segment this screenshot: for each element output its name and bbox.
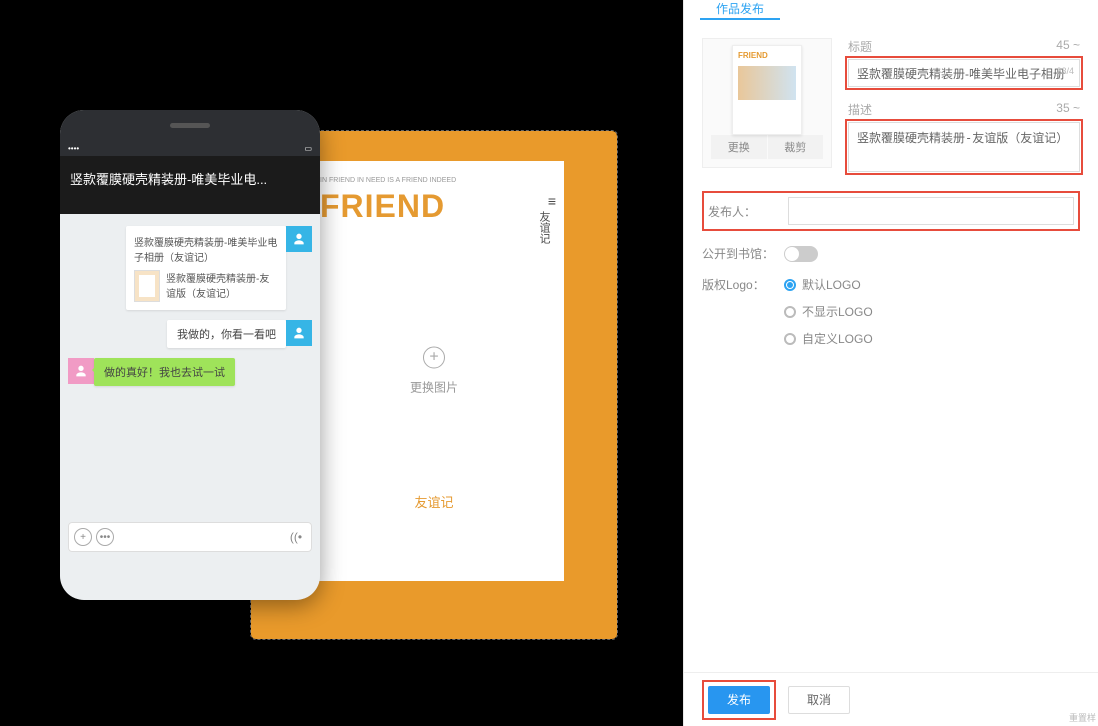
poster-subhead: IN FRIEND IN NEED IS A FRIEND INDEED xyxy=(320,177,548,184)
publisher-input[interactable] xyxy=(788,197,1074,225)
public-toggle[interactable] xyxy=(784,246,818,262)
cover-thumb-image: FRIEND xyxy=(711,45,823,135)
chat-row-card: 竖款覆膜硬壳精装册-唯美毕业电子相册（友谊记） 竖款覆膜硬壳精装册-友谊版（友谊… xyxy=(68,226,312,310)
radio-icon xyxy=(784,279,796,291)
chat-row-out: 我做的，你看一看吧 xyxy=(68,320,312,348)
more-icon[interactable]: ••• xyxy=(96,528,114,546)
phone-status-bar: •••• ▭ xyxy=(60,140,320,156)
logo-option-label: 默认LOGO xyxy=(802,276,861,293)
title-label: 标题 xyxy=(848,38,872,55)
left-preview-area: IN FRIEND IN NEED IS A FRIEND INDEED FRI… xyxy=(0,0,683,726)
public-label: 公开到书馆： xyxy=(702,245,774,262)
signal-icon: •••• xyxy=(68,144,79,153)
share-card-title: 竖款覆膜硬壳精装册-唯美毕业电子相册（友谊记） xyxy=(134,234,278,264)
poster-side-label: 友谊记 xyxy=(536,211,552,244)
chat-area: 竖款覆膜硬壳精装册-唯美毕业电子相册（友谊记） 竖款覆膜硬壳精装册-友谊版（友谊… xyxy=(60,214,320,564)
replace-cover-button[interactable]: 更换 xyxy=(711,135,767,159)
chat-input-bar: + ••• ((• xyxy=(68,522,312,552)
desc-input[interactable] xyxy=(848,122,1080,172)
reset-hint[interactable]: 重置样 xyxy=(1069,711,1096,724)
avatar-self xyxy=(286,320,312,346)
logo-option-label: 自定义LOGO xyxy=(802,330,873,347)
radio-icon xyxy=(784,306,796,318)
replace-image-label: 更换图片 xyxy=(410,379,458,396)
title-inline-counter: 23/4 xyxy=(1056,66,1074,76)
replace-image-button[interactable]: + 更换图片 xyxy=(410,347,458,396)
battery-icon: ▭ xyxy=(304,144,312,153)
phone-header-title: 竖款覆膜硬壳精装册-唯美毕业电... xyxy=(60,156,320,194)
add-icon[interactable]: + xyxy=(74,528,92,546)
desc-counter: 35 ~ xyxy=(1056,101,1080,118)
poster-bottom-label: 友谊记 xyxy=(414,492,453,511)
tab-publish[interactable]: 作品发布 xyxy=(700,0,780,20)
logo-option-none[interactable]: 不显示LOGO xyxy=(784,303,873,320)
share-card-thumb xyxy=(134,270,160,302)
share-card-sub: 竖款覆膜硬壳精装册-友谊版（友谊记） xyxy=(166,270,278,302)
share-card[interactable]: 竖款覆膜硬壳精装册-唯美毕业电子相册（友谊记） 竖款覆膜硬壳精装册-友谊版（友谊… xyxy=(126,226,286,310)
chat-text-field[interactable] xyxy=(118,527,286,547)
logo-option-label: 不显示LOGO xyxy=(802,303,873,320)
chat-row-in: 做的真好！我也去试一试 xyxy=(68,358,312,386)
publish-panel: 作品发布 FRIEND 更换 裁剪 标题 45 ~ 描述 xyxy=(683,0,1098,726)
poster-inner: IN FRIEND IN NEED IS A FRIEND INDEED FRI… xyxy=(304,161,564,581)
voice-icon[interactable]: ((• xyxy=(286,530,306,544)
title-input[interactable] xyxy=(848,59,1080,87)
phone-mockup: •••• ▭ 竖款覆膜硬壳精装册-唯美毕业电... 竖款覆膜硬壳精装册-唯美毕业… xyxy=(60,110,320,600)
phone-bezel xyxy=(60,110,320,140)
desc-label: 描述 xyxy=(848,101,872,118)
poster-menu-icon: ≡ xyxy=(548,193,552,209)
publish-button[interactable]: 发布 xyxy=(708,686,770,714)
phone-subheader xyxy=(60,194,320,214)
publisher-label: 发布人： xyxy=(708,203,780,220)
cover-thumbnail: FRIEND 更换 裁剪 xyxy=(702,38,832,168)
crop-cover-button[interactable]: 裁剪 xyxy=(768,135,824,159)
poster-title: FRIEND xyxy=(320,188,548,225)
title-counter: 45 ~ xyxy=(1056,38,1080,55)
logo-option-default[interactable]: 默认LOGO xyxy=(784,276,873,293)
bubble-in: 做的真好！我也去试一试 xyxy=(94,358,235,386)
logo-option-custom[interactable]: 自定义LOGO xyxy=(784,330,873,347)
avatar-self xyxy=(286,226,312,252)
cancel-button[interactable]: 取消 xyxy=(788,686,850,714)
logo-label: 版权Logo： xyxy=(702,276,774,293)
radio-icon xyxy=(784,333,796,345)
panel-footer: 发布 取消 xyxy=(684,672,1098,726)
bubble-out: 我做的，你看一看吧 xyxy=(167,320,286,348)
mini-poster-title: FRIEND xyxy=(738,51,796,60)
plus-icon: + xyxy=(423,347,445,369)
